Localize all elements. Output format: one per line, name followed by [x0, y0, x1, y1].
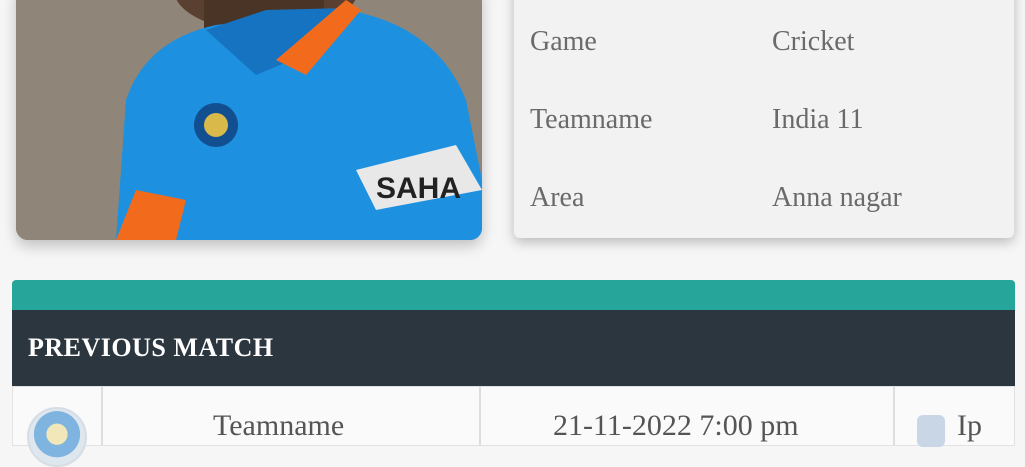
- svg-text:SAHA: SAHA: [376, 172, 461, 205]
- info-value-game: Cricket: [772, 26, 855, 57]
- player-photo-illustration: SAHA: [16, 0, 482, 240]
- column-divider: [893, 387, 895, 445]
- info-row-area: Area Anna nagar: [514, 178, 1014, 218]
- info-label-area: Area: [530, 182, 585, 213]
- column-divider: [101, 387, 103, 445]
- previous-match-title: PREVIOUS MATCH: [28, 333, 274, 362]
- match-team-name: Teamname: [213, 409, 345, 442]
- match-location: Ip: [957, 409, 982, 442]
- info-value-teamname: India 11: [772, 104, 864, 135]
- info-label-teamname: Teamname: [530, 104, 653, 135]
- team-logo-icon: [27, 407, 87, 467]
- previous-match-row[interactable]: Teamname 21-11-2022 7:00 pm Ip: [12, 386, 1015, 467]
- column-divider: [479, 387, 481, 445]
- info-value-area: Anna nagar: [772, 182, 902, 213]
- info-row-game: Game Cricket: [514, 22, 1014, 62]
- previous-match-header: PREVIOUS MATCH: [12, 310, 1015, 386]
- location-icon[interactable]: [917, 415, 945, 447]
- player-info-card: Game Cricket Teamname India 11 Area Anna…: [514, 0, 1014, 238]
- player-photo: SAHA: [16, 0, 482, 240]
- match-date-time: 21-11-2022 7:00 pm: [553, 409, 799, 442]
- info-label-game: Game: [530, 26, 597, 57]
- section-accent-bar: [12, 280, 1015, 312]
- info-row-teamname: Teamname India 11: [514, 100, 1014, 140]
